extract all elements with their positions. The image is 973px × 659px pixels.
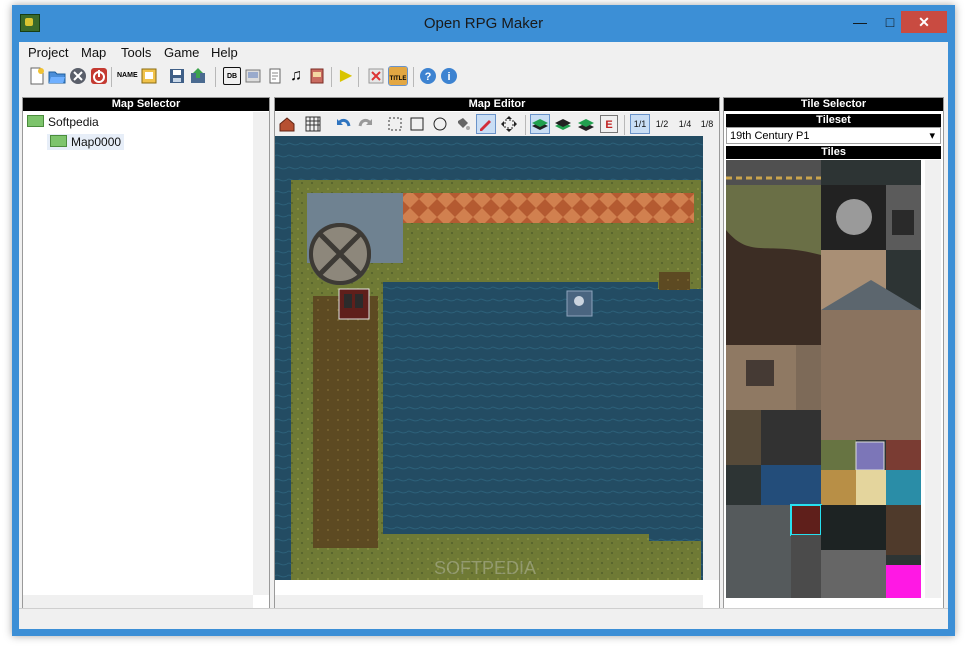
menu-project[interactable]: Project (28, 45, 68, 60)
zoom-1-2-button[interactable]: 1/2 (653, 115, 671, 133)
name-editor-icon[interactable]: NAME (117, 67, 138, 85)
grid-icon[interactable] (304, 115, 322, 133)
save-icon[interactable] (168, 67, 186, 85)
toolbar-separator (215, 67, 216, 87)
map-editor-toolbar: E 1/1 1/2 1/4 1/8 (275, 112, 719, 136)
maximize-button[interactable]: □ (876, 11, 904, 33)
resources-icon[interactable] (308, 67, 326, 85)
rectangle-icon[interactable] (408, 115, 426, 133)
client-area: Project Map Tools Game Help NAME DB ♫ ▶ (19, 42, 948, 629)
export-icon[interactable] (189, 67, 207, 85)
toolbar-separator (358, 67, 359, 87)
ellipse-icon[interactable] (431, 115, 449, 133)
middle-layer-icon[interactable] (554, 115, 572, 133)
map-editor-panel: Map Editor E 1/1 1/2 1/4 1/8 SOFTPEDIA (274, 97, 720, 612)
music-icon[interactable]: ♫ (287, 67, 305, 85)
properties-icon[interactable] (140, 67, 158, 85)
database-icon[interactable]: DB (223, 67, 241, 85)
tile-selector-content: Tileset 19th Century P1 ▾ Tiles (726, 112, 941, 611)
map-vertical-scrollbar[interactable] (703, 136, 719, 580)
map-properties-icon[interactable] (244, 67, 262, 85)
tileset-selected-value: 19th Century P1 (730, 130, 810, 142)
svg-text:?: ? (425, 71, 432, 83)
upper-layer-icon[interactable] (577, 115, 595, 133)
chevron-down-icon: ▾ (929, 130, 935, 142)
lower-layer-icon[interactable] (530, 114, 550, 134)
title-bar[interactable]: Open RPG Maker — □ ✕ (12, 5, 955, 40)
map-tile-render: SOFTPEDIA (275, 136, 703, 580)
toolbar-separator (624, 115, 625, 135)
menu-tools[interactable]: Tools (121, 45, 151, 60)
menu-map[interactable]: Map (81, 45, 106, 60)
close-project-icon[interactable] (69, 67, 87, 85)
tileset-header: Tileset (726, 114, 941, 127)
pencil-icon[interactable] (476, 114, 496, 134)
fullscreen-icon[interactable] (367, 67, 385, 85)
map-selector-panel: Map Selector Softpedia Map0000 (22, 97, 270, 612)
undo-icon[interactable] (334, 115, 352, 133)
new-project-icon[interactable] (28, 67, 46, 85)
exit-icon[interactable] (90, 67, 108, 85)
menu-game[interactable]: Game (164, 45, 199, 60)
zoom-1-4-button[interactable]: 1/4 (676, 115, 694, 133)
toolbar-separator (413, 67, 414, 87)
script-icon[interactable] (266, 67, 284, 85)
folder-open-icon (50, 135, 67, 147)
tile-selector-header: Tile Selector (724, 98, 943, 111)
tiles-vertical-scrollbar[interactable] (925, 160, 941, 598)
toolbar-separator (111, 67, 112, 87)
svg-text:i: i (447, 71, 450, 83)
map-selector-header: Map Selector (23, 98, 269, 111)
svg-text:SOFTPEDIA: SOFTPEDIA (434, 558, 536, 578)
open-project-icon[interactable] (48, 67, 66, 85)
house-icon[interactable] (278, 115, 296, 133)
toolbar-separator (331, 67, 332, 87)
toolbar-separator (525, 115, 526, 135)
play-test-icon[interactable]: ▶ (337, 67, 355, 85)
map-editor-header: Map Editor (275, 98, 719, 111)
tile-palette[interactable] (726, 160, 921, 598)
minimize-button[interactable]: — (846, 11, 874, 33)
tree-item-map0000[interactable]: Map0000 (47, 134, 125, 150)
tree-root-label: Softpedia (48, 115, 99, 129)
tree-item-label: Map0000 (71, 135, 122, 149)
help-icon[interactable]: ? (419, 67, 437, 85)
window-title: Open RPG Maker (423, 15, 544, 32)
tiles-header: Tiles (726, 146, 941, 159)
menu-bar: Project Map Tools Game Help (19, 42, 948, 63)
move-icon[interactable] (500, 115, 518, 133)
redo-icon[interactable] (357, 115, 375, 133)
fill-icon[interactable] (454, 115, 472, 133)
map-tree-vertical-scrollbar[interactable] (253, 112, 269, 595)
title-screen-icon[interactable]: TITLE (388, 66, 408, 86)
tileset-dropdown[interactable]: 19th Century P1 ▾ (726, 127, 941, 144)
folder-open-icon (27, 115, 44, 127)
about-icon[interactable]: i (440, 67, 458, 85)
tile-palette-render (726, 160, 921, 598)
zoom-1-8-button[interactable]: 1/8 (698, 115, 716, 133)
map-tree: Softpedia Map0000 (23, 112, 269, 611)
map-canvas[interactable]: SOFTPEDIA (275, 136, 703, 580)
tree-root-softpedia[interactable]: Softpedia (27, 115, 99, 129)
event-layer-icon[interactable]: E (600, 115, 618, 133)
app-window: Open RPG Maker — □ ✕ Project Map Tools G… (12, 5, 955, 636)
menu-help[interactable]: Help (211, 45, 238, 60)
zoom-1-1-button[interactable]: 1/1 (630, 114, 650, 134)
tile-selector-panel: Tile Selector Tileset 19th Century P1 ▾ … (723, 97, 944, 612)
status-bar (19, 608, 948, 629)
close-button[interactable]: ✕ (901, 11, 947, 33)
main-toolbar: NAME DB ♫ ▶ TITLE ? i (19, 64, 948, 90)
selection-icon[interactable] (386, 115, 404, 133)
